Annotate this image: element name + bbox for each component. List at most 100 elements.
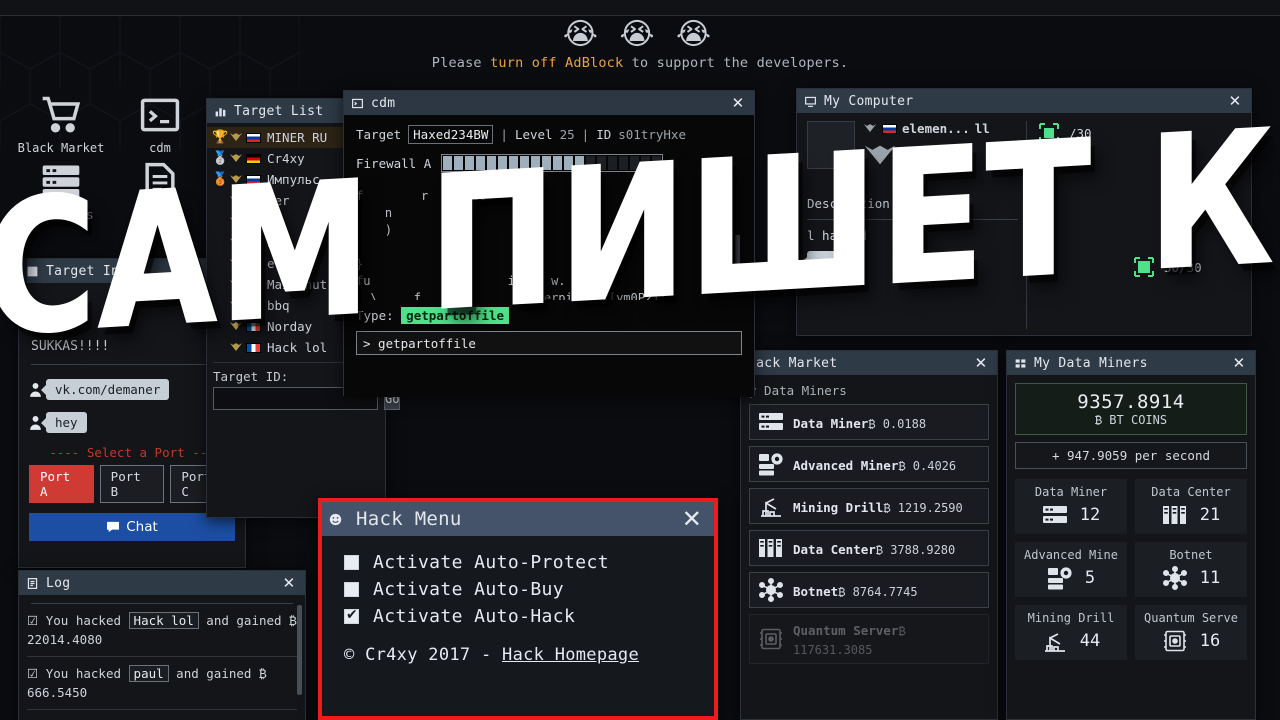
close-icon[interactable]: ✕ bbox=[280, 576, 298, 591]
window-titlebar[interactable]: My Data Miners ✕ bbox=[1007, 351, 1255, 375]
cdm-body: Target Haxed234BW | Level 25 | ID s01try… bbox=[344, 115, 754, 397]
coin-balance-panel: 9357.8914 ₿ BT COINS bbox=[1015, 383, 1247, 435]
firewall-segment bbox=[608, 156, 618, 170]
desktop-icon-my-miners[interactable]: My Miners bbox=[13, 160, 109, 222]
crying-emoji-row: 😭 😭 😭 bbox=[562, 17, 718, 52]
target-name: nt bbox=[267, 235, 283, 250]
port-a-button[interactable]: Port A bbox=[29, 465, 94, 503]
divider bbox=[807, 219, 1018, 220]
miner-counts-grid: Data Miner 12 Data Center 21 Advanced Mine 5 B… bbox=[1015, 479, 1247, 660]
adblock-highlight: turn off AdBlock bbox=[490, 55, 624, 71]
market-item[interactable]: Mining Drill₿ 1219.2590 bbox=[749, 488, 989, 524]
stat-value: /30 bbox=[1069, 125, 1092, 141]
coin-amount: 9357.8914 bbox=[1077, 391, 1185, 413]
window-titlebar[interactable]: Log ✕ bbox=[19, 571, 305, 595]
cdm-level-value: 25 bbox=[559, 127, 575, 142]
market-item-name: Data Miner bbox=[793, 415, 869, 431]
close-icon[interactable]: ✕ bbox=[1226, 94, 1244, 109]
rank-icon bbox=[229, 153, 246, 164]
target-name: Main nut bbox=[267, 277, 328, 292]
cdm-command-input[interactable] bbox=[356, 331, 742, 355]
market-item-name: Botnet bbox=[793, 583, 839, 599]
market-item-price: ₿ 1219.2590 bbox=[883, 500, 963, 515]
port-b-button[interactable]: Port B bbox=[99, 465, 165, 503]
cdm-meta-row: Target Haxed234BW | Level 25 | ID s01try… bbox=[356, 125, 742, 144]
chat-message: hey bbox=[29, 412, 235, 433]
close-icon[interactable]: ✕ bbox=[677, 507, 707, 531]
rank-icon bbox=[229, 132, 246, 143]
hack-homepage-link[interactable]: Hack Homepage bbox=[502, 645, 639, 665]
window-titlebar[interactable]: lack Market ✕ bbox=[741, 351, 997, 375]
firewall-progress-bar bbox=[441, 154, 664, 172]
auto-protect-checkbox[interactable] bbox=[344, 555, 359, 570]
avatar bbox=[807, 121, 855, 169]
auto-buy-checkbox[interactable] bbox=[344, 582, 359, 597]
rank-icon bbox=[229, 342, 246, 353]
info-icon bbox=[26, 265, 41, 278]
rank-icon bbox=[863, 124, 877, 132]
cdm-id-value: s01tryHxe bbox=[618, 127, 686, 142]
miner-cell-count: 12 bbox=[1079, 505, 1101, 525]
auto-hack-label: Activate Auto-Hack bbox=[373, 606, 576, 627]
desktop-icon-cdm[interactable]: cdm bbox=[112, 93, 208, 155]
coin-unit: ₿ BT COINS bbox=[1094, 413, 1168, 427]
flag-icon bbox=[246, 174, 261, 185]
flag-icon bbox=[246, 237, 261, 248]
market-item-price: ₿ 0.0188 bbox=[868, 416, 927, 431]
trophy-icon: 🥉 bbox=[212, 172, 229, 187]
market-item[interactable]: Data Center₿ 3788.9280 bbox=[749, 530, 989, 566]
cdm-target-value: Haxed234BW bbox=[408, 125, 494, 144]
market-item[interactable]: Data Miner₿ 0.0188 bbox=[749, 404, 989, 440]
flag-icon bbox=[246, 258, 261, 269]
close-icon[interactable]: ✕ bbox=[972, 356, 990, 371]
firewall-segment bbox=[454, 156, 464, 170]
miner-count-cell: Data Miner 12 bbox=[1015, 479, 1127, 534]
hack-option-row[interactable]: Activate Auto-Protect bbox=[344, 552, 692, 573]
miner-cell-title: Botnet bbox=[1169, 548, 1213, 562]
stat-row: 30/30 bbox=[1132, 255, 1202, 279]
window-title: My Computer bbox=[824, 93, 914, 109]
window-titlebar[interactable]: Hack Menu ✕ bbox=[322, 502, 714, 536]
chat-bubble: vk.com/demaner bbox=[40, 379, 170, 400]
document-icon bbox=[112, 160, 208, 206]
desktop-icon-label: My Miners bbox=[28, 208, 94, 222]
income-rate: + 947.9059 per second bbox=[1015, 442, 1247, 469]
cdm-firewall-row: Firewall A bbox=[356, 154, 742, 172]
trophy-icon: 🥈 bbox=[212, 151, 229, 166]
hack-option-row[interactable]: Activate Auto-Hack bbox=[344, 606, 692, 627]
target-name: Cr4xy bbox=[267, 151, 305, 166]
window-titlebar[interactable]: My Computer ✕ bbox=[797, 89, 1251, 113]
desktop-icon-black-market[interactable]: Black Market bbox=[13, 93, 109, 155]
market-item[interactable]: Advanced Miner₿ 0.4026 bbox=[749, 446, 989, 482]
scrollbar-thumb[interactable] bbox=[297, 605, 302, 695]
monitor-icon bbox=[804, 95, 819, 108]
target-name: Norday bbox=[267, 319, 313, 334]
hack-option-row[interactable]: Activate Auto-Buy bbox=[344, 579, 692, 600]
scrollbar-thumb[interactable] bbox=[735, 235, 740, 281]
desktop-icon-label: cdm bbox=[149, 141, 171, 155]
chart-icon bbox=[214, 105, 229, 118]
miner-count-cell: Botnet 11 bbox=[1135, 542, 1247, 597]
target-name: el bbox=[267, 256, 283, 271]
miner-count-cell: Advanced Mine 5 bbox=[1015, 542, 1127, 597]
desktop-icon-document[interactable] bbox=[112, 160, 208, 208]
log-icon bbox=[26, 577, 41, 590]
auto-protect-label: Activate Auto-Protect bbox=[373, 552, 609, 573]
divider bbox=[31, 364, 233, 365]
chat-button[interactable]: Chat bbox=[29, 513, 235, 541]
terminal-icon bbox=[351, 97, 366, 110]
auto-hack-checkbox[interactable] bbox=[344, 607, 359, 624]
log-target-tag: paul bbox=[128, 665, 169, 682]
firewall-segment bbox=[542, 156, 552, 170]
firewall-segment bbox=[630, 156, 640, 170]
market-item[interactable]: Botnet₿ 8764.7745 bbox=[749, 572, 989, 608]
window-titlebar[interactable]: cdm ✕ bbox=[344, 91, 754, 115]
close-icon[interactable]: ✕ bbox=[729, 96, 747, 111]
window-title: Log bbox=[46, 575, 71, 591]
drill-icon bbox=[758, 494, 784, 518]
cdm-level-label: Level bbox=[514, 127, 553, 142]
window-title: Hack Menu bbox=[356, 508, 462, 530]
target-name: Импульс bbox=[267, 172, 320, 187]
close-icon[interactable]: ✕ bbox=[1230, 356, 1248, 371]
window-my-data-miners: My Data Miners ✕ 9357.8914 ₿ BT COINS + … bbox=[1006, 350, 1256, 720]
